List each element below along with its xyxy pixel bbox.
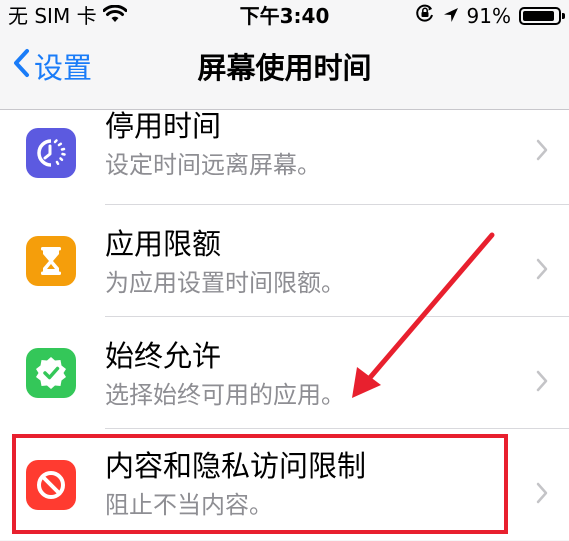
item-title: 应用限额 (105, 227, 222, 261)
item-subtitle: 为应用设置时间限额。 (105, 269, 345, 297)
list-item-content-privacy[interactable]: 内容和隐私访问限制 阻止不当内容。 (0, 429, 569, 541)
chevron-right-icon (536, 258, 548, 280)
item-title: 停用时间 (105, 109, 222, 143)
status-right: 91% (415, 2, 565, 30)
item-subtitle: 阻止不当内容。 (105, 491, 273, 519)
battery-icon (519, 7, 565, 25)
chevron-right-icon (536, 482, 548, 504)
item-subtitle: 设定时间远离屏幕。 (105, 151, 321, 179)
restriction-icon (26, 460, 76, 510)
location-icon (443, 2, 459, 30)
item-title: 内容和隐私访问限制 (105, 449, 367, 483)
hourglass-icon (26, 236, 76, 286)
battery-fill (523, 11, 554, 21)
chevron-right-icon (536, 139, 548, 161)
orientation-lock-icon (415, 2, 435, 30)
status-bar: 无 SIM 卡 下午3:40 91% (0, 0, 569, 34)
list-item-always-allowed[interactable]: 始终允许 选择始终可用的应用。 (0, 317, 569, 429)
list-item-downtime[interactable]: 停用时间 设定时间远离屏幕。 (0, 100, 569, 212)
checkmark-badge-icon (26, 348, 76, 398)
list-item-app-limits[interactable]: 应用限额 为应用设置时间限额。 (0, 205, 569, 317)
downtime-icon (26, 128, 76, 178)
page-title: 屏幕使用时间 (197, 51, 372, 85)
chevron-right-icon (536, 370, 548, 392)
settings-list: 停用时间 设定时间远离屏幕。 应用限额 为应用设置时间限额。 始终允许 选择始终… (0, 109, 569, 541)
navigation-bar: 设置 屏幕使用时间 (0, 34, 569, 110)
battery-percent: 91% (466, 4, 511, 28)
item-title: 始终允许 (105, 339, 222, 373)
item-subtitle: 选择始终可用的应用。 (105, 381, 345, 409)
